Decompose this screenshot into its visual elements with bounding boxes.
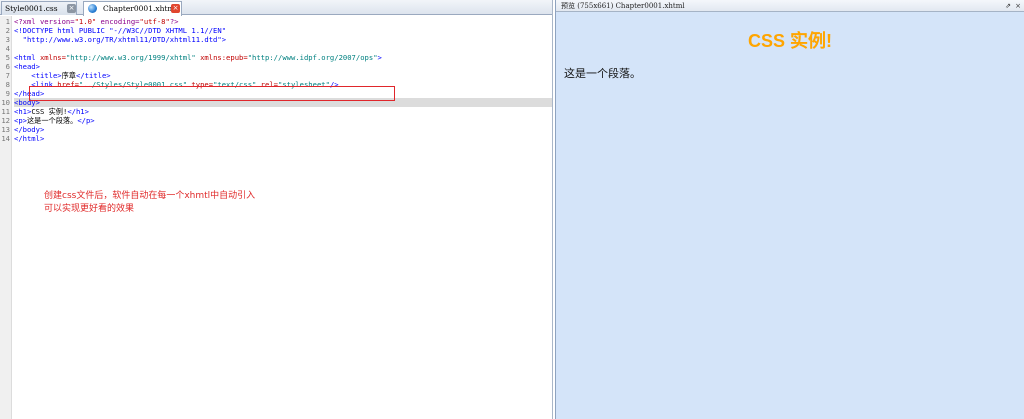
code-line: </head> (14, 89, 552, 98)
code-line: <head> (14, 62, 552, 71)
preview-titlebar: 预览 (755x661) Chapter0001.xhtml ⇗ × (556, 0, 1024, 12)
code-line: <html xmlns="http://www.w3.org/1999/xhtm… (14, 53, 552, 62)
code-token: <title> (14, 71, 62, 80)
tab-style-css[interactable]: Style0001.css × (1, 1, 77, 15)
code-line: <?xml version="1.0" encoding="utf-8"?> (14, 17, 552, 26)
line-number: 4 (5, 44, 10, 53)
preview-paragraph: 这是一个段落。 (564, 67, 641, 80)
code-token: </title> (76, 71, 111, 80)
code-token: encoding= (96, 17, 140, 26)
code-line: <link href="../Styles/Style0001.css" typ… (14, 80, 552, 89)
annotation-line: 创建css文件后，软件自动在每一个xhmtl中自动引入 (44, 191, 256, 201)
line-number: 3 (5, 35, 10, 44)
code-token: <body> (14, 98, 40, 107)
close-icon[interactable]: × (171, 4, 180, 13)
line-number-gutter: 1 2 3 4 5 6 7 8 9 10 11 12 13 14 (0, 16, 12, 419)
line-number: 5 (5, 53, 10, 62)
float-window-icon[interactable]: ⇗ (1005, 1, 1011, 11)
code-token: "1.0" (74, 17, 97, 26)
code-line: <p>这是一个段落。</p> (14, 116, 552, 125)
code-token: xmlns:epub= (195, 53, 248, 62)
code-token: > (377, 53, 382, 62)
code-token: "stylesheet" (278, 80, 330, 89)
tab-label: Style0001.css (5, 4, 58, 13)
code-token: </body> (14, 125, 45, 134)
code-line: "http://www.w3.org/TR/xhtml11/DTD/xhtml1… (14, 35, 552, 44)
tab-label: Chapter0001.xhtml (103, 4, 177, 13)
code-token: type= (187, 80, 214, 89)
globe-icon (88, 4, 97, 13)
code-token: "utf-8" (139, 17, 170, 26)
code-token: <h1> (14, 107, 32, 116)
code-token: "text/css" (213, 80, 257, 89)
code-token: ?> (169, 17, 179, 26)
editor-tab-bar: Style0001.css × Chapter0001.xhtml × (0, 0, 552, 16)
code-line: <title>序章</title> (14, 71, 552, 80)
close-icon[interactable]: × (67, 4, 76, 13)
code-editor-pane[interactable]: Style0001.css × Chapter0001.xhtml × 1 2 … (0, 0, 553, 419)
code-token: </head> (14, 89, 45, 98)
preview-pane[interactable]: 预览 (755x661) Chapter0001.xhtml ⇗ × CSS 实… (555, 0, 1024, 419)
code-token: href= (57, 80, 79, 89)
line-number: 6 (5, 62, 10, 71)
code-token: CSS 实例! (31, 107, 68, 116)
code-token: "http://www.idpf.org/2007/ops" (247, 53, 378, 62)
code-token: 序章 (61, 71, 76, 80)
line-number: 9 (5, 89, 10, 98)
code-token: 这是一个段落。 (26, 116, 78, 125)
code-token: <head> (14, 62, 40, 71)
preview-title: 预览 (755x661) Chapter0001.xhtml (561, 2, 685, 10)
line-number: 12 (1, 116, 10, 125)
code-token: rel= (256, 80, 278, 89)
code-token: </p> (77, 116, 95, 125)
code-token: </h1> (67, 107, 89, 116)
line-number: 11 (1, 107, 10, 116)
line-number: 10 (1, 98, 10, 107)
code-token: "http://www.w3.org/TR/xhtml11/DTD/xhtml1… (14, 35, 227, 44)
line-number: 8 (5, 80, 10, 89)
code-line-current: <body> (14, 98, 552, 107)
code-line: <!DOCTYPE html PUBLIC "-//W3C//DTD XHTML… (14, 26, 552, 35)
code-line: </body> (14, 125, 552, 134)
code-token: <p> (14, 116, 27, 125)
code-token: xmlns= (39, 53, 66, 62)
code-token: "../Styles/Style0001.css" (78, 80, 188, 89)
line-number: 13 (1, 125, 10, 134)
code-token: "http://www.w3.org/1999/xhtml" (65, 53, 196, 62)
code-line: </html> (14, 134, 552, 143)
code-line: <h1>CSS 实例!</h1> (14, 107, 552, 116)
code-token: <?xml version= (14, 17, 75, 26)
close-icon[interactable]: × (1015, 1, 1021, 11)
code-token: <!DOCTYPE html PUBLIC "-//W3C//DTD XHTML… (14, 26, 227, 35)
code-token: <link (14, 80, 58, 89)
code-token: </html> (14, 134, 45, 143)
preview-heading: CSS 实例! (747, 31, 832, 51)
line-number: 7 (5, 71, 10, 80)
code-token: /> (329, 80, 339, 89)
line-number: 2 (5, 26, 10, 35)
annotation-line: 可以实现更好看的效果 (44, 204, 135, 214)
line-number: 14 (1, 134, 10, 143)
tab-chapter-xhtml[interactable]: Chapter0001.xhtml × (83, 1, 182, 16)
code-token: <html (14, 53, 40, 62)
annotation-text: 创建css文件后，软件自动在每一个xhmtl中自动引入 可以实现更好看的效果 (44, 190, 255, 216)
line-number: 1 (5, 17, 10, 26)
